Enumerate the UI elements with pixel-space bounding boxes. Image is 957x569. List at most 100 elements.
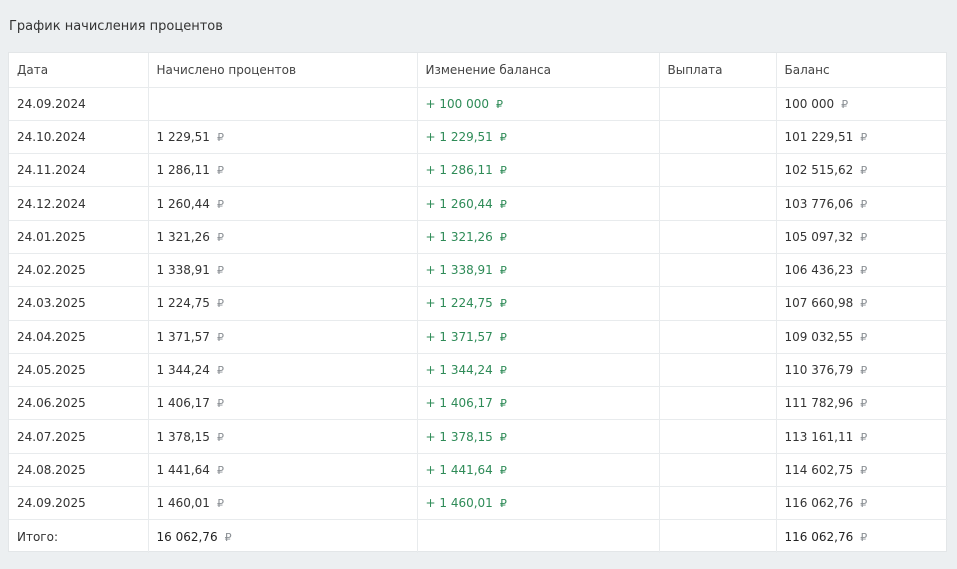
cell-interest: 1 441,64 ₽ — [148, 453, 418, 488]
cell-change: + 1 321,26 ₽ — [417, 220, 660, 254]
date-text: 24.03.2025 — [17, 296, 86, 311]
total-label: Итого: — [17, 529, 58, 544]
change-amount: + 1 224,75 — [425, 296, 493, 311]
ruble-sign-icon: ₽ — [499, 430, 507, 444]
ruble-sign-icon: ₽ — [860, 164, 868, 178]
table-row: 24.10.2024 1 229,51 ₽ + 1 229,51 ₽ 101 229… — [9, 120, 948, 155]
ruble-sign-icon: ₽ — [216, 230, 224, 244]
interest-amount: 1 286,11 — [156, 163, 210, 178]
cell-balance: 107 660,98 ₽ — [776, 286, 948, 321]
cell-change: + 1 229,51 ₽ — [417, 120, 660, 155]
cell-change: + 1 286,11 ₽ — [417, 153, 660, 188]
cell-interest: 1 260,44 ₽ — [148, 186, 418, 221]
cell-total-interest: 16 062,76 ₽ — [148, 519, 418, 554]
cell-date: 24.06.2025 — [9, 386, 149, 421]
balance-amount: 101 229,51 — [784, 129, 854, 144]
column-header-date: Дата — [9, 53, 149, 88]
cell-interest: 1 460,01 ₽ — [148, 486, 418, 521]
cell-interest: 1 321,26 ₽ — [148, 220, 418, 254]
column-header-balance: Баланс — [776, 53, 948, 88]
ruble-sign-icon: ₽ — [860, 364, 868, 378]
ruble-sign-icon: ₽ — [860, 130, 868, 144]
cell-interest: 1 229,51 ₽ — [148, 120, 418, 155]
balance-amount: 107 660,98 — [784, 296, 854, 311]
ruble-sign-icon: ₽ — [216, 430, 224, 444]
change-amount: + 1 406,17 — [425, 396, 493, 411]
table-row: 24.02.2025 1 338,91 ₽ + 1 338,91 ₽ 106 436… — [9, 253, 948, 288]
cell-change: + 1 378,15 ₽ — [417, 419, 660, 454]
section-title: График начисления процентов — [9, 19, 223, 34]
table-body: 24.09.2024 + 100 000 ₽ 100 000 ₽ 24.10.202… — [9, 87, 948, 554]
cell-payout — [659, 120, 777, 155]
cell-date: 24.04.2025 — [9, 320, 149, 354]
ruble-sign-icon: ₽ — [499, 397, 507, 411]
change-amount: + 1 344,24 — [425, 363, 493, 378]
interest-amount: 1 338,91 — [156, 263, 210, 278]
table-row: 24.08.2025 1 441,64 ₽ + 1 441,64 ₽ 114 602… — [9, 453, 948, 488]
table-row: 24.01.2025 1 321,26 ₽ + 1 321,26 ₽ 105 097… — [9, 220, 948, 254]
balance-amount: 111 782,96 — [784, 396, 854, 411]
cell-balance: 106 436,23 ₽ — [776, 253, 948, 288]
table-header-row: Дата Начислено процентов Изменение балан… — [9, 53, 948, 88]
cell-date: 24.09.2024 — [9, 87, 149, 121]
date-text: 24.04.2025 — [17, 329, 86, 344]
cell-interest: 1 224,75 ₽ — [148, 286, 418, 321]
balance-amount: 100 000 — [784, 96, 835, 111]
interest-amount: 1 441,64 — [156, 462, 210, 477]
interest-amount: 1 371,57 — [156, 329, 210, 344]
date-text: 24.05.2025 — [17, 363, 86, 378]
ruble-sign-icon: ₽ — [216, 297, 224, 311]
table-row: 24.09.2025 1 460,01 ₽ + 1 460,01 ₽ 116 062… — [9, 486, 948, 521]
ruble-sign-icon: ₽ — [216, 164, 224, 178]
cell-date: 24.07.2025 — [9, 419, 149, 454]
column-header-interest: Начислено процентов — [148, 53, 418, 88]
cell-payout — [659, 353, 777, 388]
cell-change: + 1 344,24 ₽ — [417, 353, 660, 388]
ruble-sign-icon: ₽ — [499, 197, 507, 211]
balance-amount: 114 602,75 — [784, 462, 854, 477]
cell-balance: 116 062,76 ₽ — [776, 486, 948, 521]
ruble-sign-icon: ₽ — [216, 397, 224, 411]
cell-date: 24.02.2025 — [9, 253, 149, 288]
ruble-sign-icon: ₽ — [841, 97, 849, 111]
table-row: 24.05.2025 1 344,24 ₽ + 1 344,24 ₽ 110 376… — [9, 353, 948, 388]
ruble-sign-icon: ₽ — [860, 430, 868, 444]
cell-change: + 1 441,64 ₽ — [417, 453, 660, 488]
ruble-sign-icon: ₽ — [224, 530, 232, 544]
interest-amount: 1 229,51 — [156, 129, 210, 144]
ruble-sign-icon: ₽ — [499, 364, 507, 378]
interest-schedule-card: Дата Начислено процентов Изменение балан… — [8, 52, 948, 554]
ruble-sign-icon: ₽ — [860, 264, 868, 278]
table-row: 24.04.2025 1 371,57 ₽ + 1 371,57 ₽ 109 032… — [9, 320, 948, 354]
cell-total-balance: 116 062,76 ₽ — [776, 520, 948, 553]
change-amount: + 1 286,11 — [425, 163, 493, 178]
cell-balance: 102 515,62 ₽ — [776, 153, 948, 188]
cell-balance: 113 161,11 ₽ — [776, 419, 948, 454]
table-row: 24.03.2025 1 224,75 ₽ + 1 224,75 ₽ 107 660… — [9, 286, 948, 321]
total-row: Итого: 16 062,76 ₽ 116 062,76 ₽ — [9, 519, 948, 554]
balance-amount: 113 161,11 — [784, 429, 854, 444]
ruble-sign-icon: ₽ — [860, 397, 868, 411]
date-text: 24.11.2024 — [17, 163, 86, 178]
ruble-sign-icon: ₽ — [216, 330, 224, 344]
cell-total-change — [417, 519, 660, 554]
cell-balance: 103 776,06 ₽ — [776, 186, 948, 221]
cell-date: 24.08.2025 — [9, 453, 149, 488]
interest-amount: 1 406,17 — [156, 396, 210, 411]
balance-amount: 105 097,32 — [784, 229, 854, 244]
ruble-sign-icon: ₽ — [860, 330, 868, 344]
date-text: 24.10.2024 — [17, 129, 86, 144]
cell-payout — [659, 186, 777, 221]
balance-amount: 110 376,79 — [784, 363, 854, 378]
interest-amount: 1 260,44 — [156, 196, 210, 211]
interest-schedule-table: Дата Начислено процентов Изменение балан… — [9, 53, 948, 554]
ruble-sign-icon: ₽ — [860, 197, 868, 211]
date-text: 24.07.2025 — [17, 429, 86, 444]
ruble-sign-icon: ₽ — [860, 297, 868, 311]
interest-amount: 1 460,01 — [156, 496, 210, 511]
ruble-sign-icon: ₽ — [499, 164, 507, 178]
cell-interest: 1 344,24 ₽ — [148, 353, 418, 388]
cell-balance: 114 602,75 ₽ — [776, 453, 948, 488]
cell-change: + 1 371,57 ₽ — [417, 320, 660, 354]
interest-amount: 1 224,75 — [156, 296, 210, 311]
